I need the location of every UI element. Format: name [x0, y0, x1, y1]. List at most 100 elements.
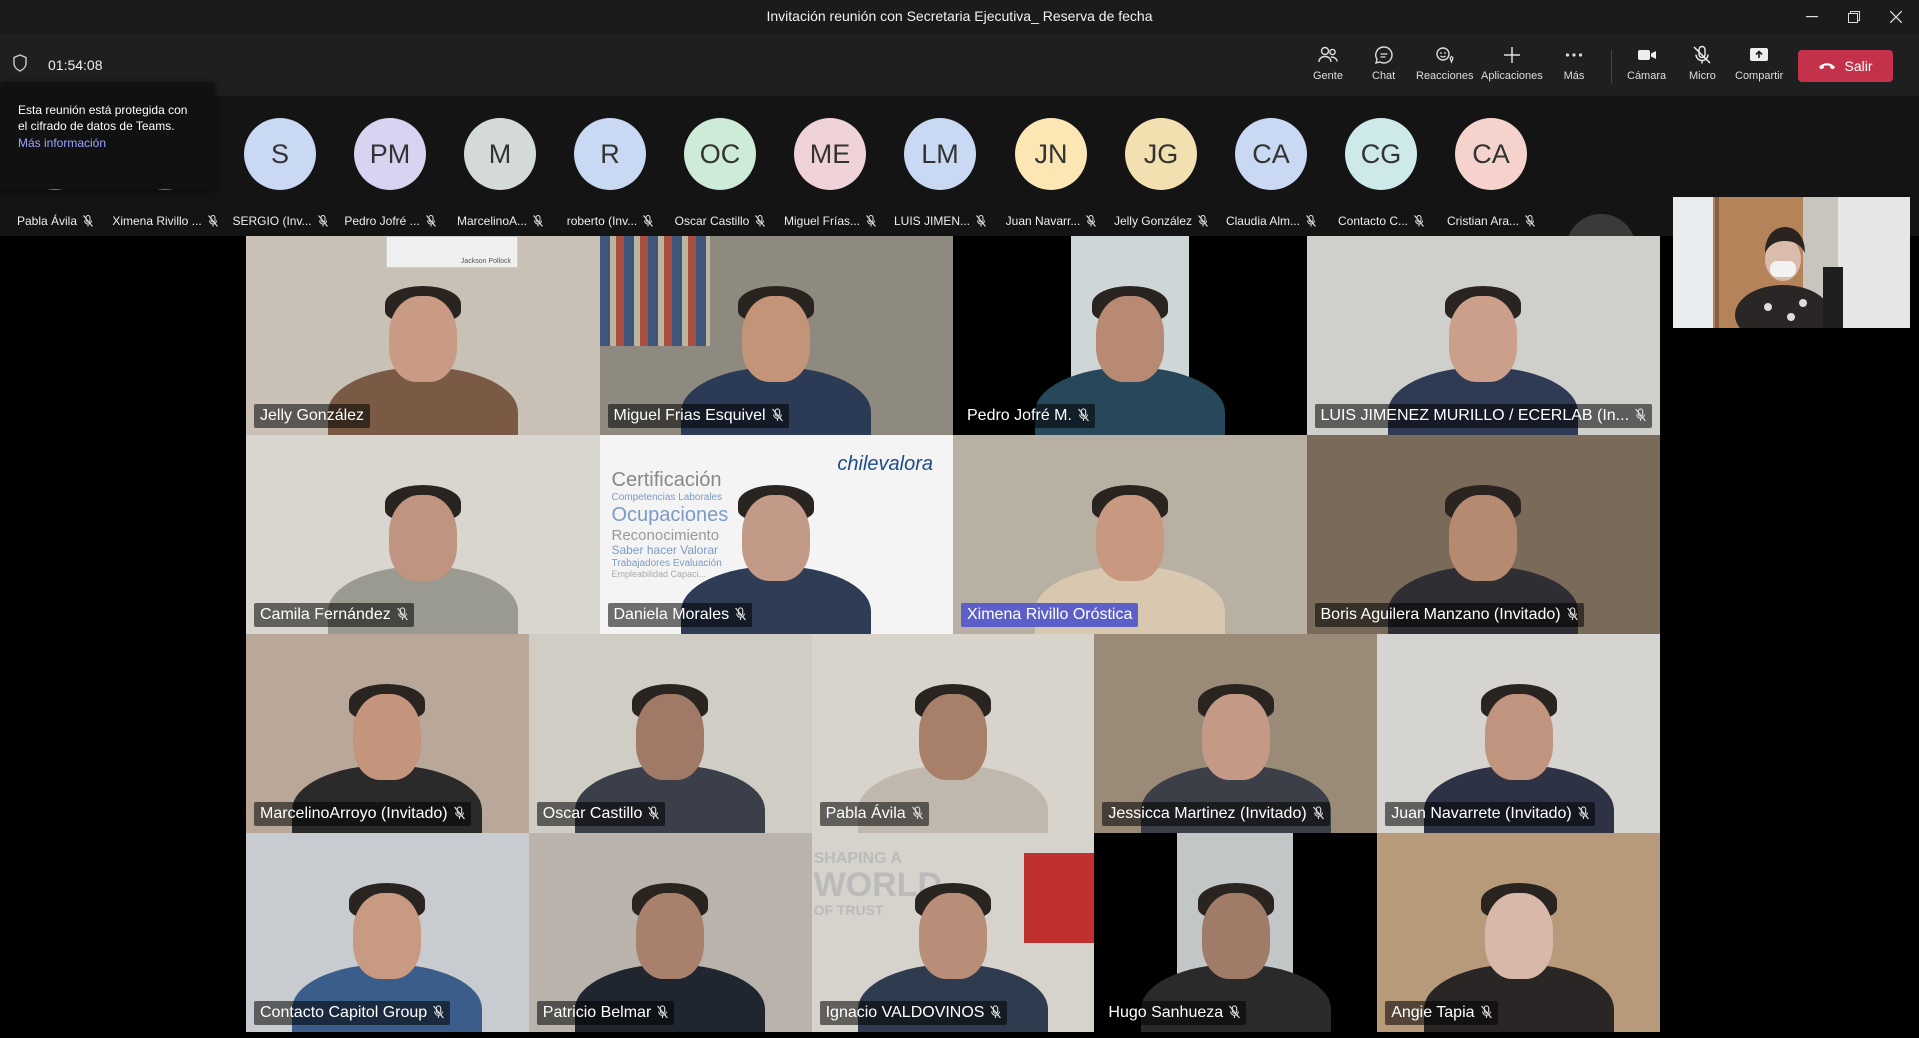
- encryption-tooltip: Esta reunión está protegida con el cifra…: [0, 82, 215, 189]
- roster-participant[interactable]: CA Cristian Ara...: [1436, 118, 1546, 228]
- muted-mic-icon: [1480, 1005, 1492, 1019]
- participant-name-row: Jelly González: [1106, 214, 1216, 228]
- tile-participant-name: Jessicca Martinez (Invitado): [1108, 805, 1307, 822]
- roster-participant[interactable]: Rroberto (Inv...: [555, 118, 665, 228]
- participant-video-tile[interactable]: Contacto Capitol Group: [246, 833, 529, 1032]
- participant-video-tile[interactable]: Patricio Belmar: [528, 833, 812, 1032]
- roster-participant[interactable]: JN Juan Navarr...: [996, 118, 1106, 228]
- roster-participant[interactable]: LM LUIS JIMEN...: [885, 118, 995, 228]
- participant-video-tile[interactable]: Pedro Jofré M.: [953, 236, 1307, 435]
- participant-video-tile[interactable]: Certificación Competencias Laborales Ocupa…: [599, 435, 953, 634]
- muted-mic-icon: [648, 806, 660, 820]
- close-window-button[interactable]: [1876, 0, 1916, 34]
- muted-mic-icon: [83, 215, 93, 227]
- share-button[interactable]: Compartir: [1735, 44, 1783, 92]
- tile-name-label: Ignacio VALDOVINOS: [819, 1001, 1008, 1025]
- roster-participant[interactable]: CG Contacto C...: [1326, 118, 1436, 228]
- participant-video-tile[interactable]: Angie Tapia: [1377, 833, 1660, 1032]
- muted-mic-icon: [1306, 215, 1316, 227]
- participant-video-tile[interactable]: Jackson Pollock Jelly González: [246, 236, 600, 435]
- participant-face: [1095, 494, 1164, 581]
- bookshelf: [599, 236, 710, 346]
- muted-mic-icon: [1198, 215, 1208, 227]
- roster-participant[interactable]: CA Claudia Alm...: [1216, 118, 1326, 228]
- self-view-video[interactable]: [1673, 197, 1910, 328]
- muted-mic-icon: [643, 215, 654, 227]
- participant-name: Pabla Ávila: [16, 214, 78, 228]
- participant-name: Juan Navarr...: [1005, 214, 1081, 228]
- participant-face: [1095, 295, 1164, 382]
- participant-video-tile[interactable]: Ximena Rivillo Oróstica: [953, 435, 1307, 634]
- participant-name: MarcelinoA...: [456, 214, 528, 228]
- participant-name-row: MarcelinoA...: [445, 214, 555, 228]
- roster-participant[interactable]: PM Pedro Jofré ...: [335, 118, 445, 228]
- chat-button[interactable]: Chat: [1372, 44, 1395, 92]
- more-options-button[interactable]: Más: [1563, 44, 1585, 92]
- apps-button[interactable]: Aplicaciones: [1481, 44, 1543, 92]
- muted-mic-icon: [911, 806, 923, 820]
- participant-name-row: Miguel Frías...: [775, 214, 885, 228]
- roster-participant[interactable]: S SERGIO (Inv...: [225, 118, 335, 228]
- hang-up-icon: [1819, 63, 1836, 70]
- participant-video-tile[interactable]: MarcelinoArroyo (Invitado): [246, 634, 529, 833]
- participant-face: [918, 892, 987, 979]
- meeting-timer: 01:54:08: [48, 57, 103, 73]
- certification-text: Ocupaciones: [611, 503, 729, 526]
- shield-icon[interactable]: [12, 54, 28, 72]
- muted-mic-icon: [396, 607, 408, 621]
- video-grid: Jackson Pollock Jelly González Miguel Fria…: [246, 236, 1660, 1032]
- participant-video-tile[interactable]: Hugo Sanhueza: [1094, 833, 1378, 1032]
- participant-face: [636, 693, 705, 780]
- participant-name: Claudia Alm...: [1225, 214, 1301, 228]
- participant-video-tile[interactable]: Pabla Ávila: [811, 634, 1095, 833]
- tile-participant-name: Angie Tapia: [1391, 1004, 1475, 1021]
- participant-name-row: LUIS JIMEN...: [885, 214, 995, 228]
- participant-face: [1201, 892, 1270, 979]
- tile-name-label: Juan Navarrete (Invitado): [1385, 802, 1595, 826]
- tile-participant-name: Ximena Rivillo Oróstica: [967, 606, 1133, 623]
- participant-face: [353, 892, 422, 979]
- participant-face: [388, 494, 457, 581]
- participant-video-tile[interactable]: LUIS JIMENEZ MURILLO / ECERLAB (In...: [1306, 236, 1660, 435]
- chilevalora-logo: chilevalora: [837, 453, 933, 475]
- muted-mic-icon: [1566, 607, 1578, 621]
- window-title-bar: Invitación reunión con Secretaria Ejecut…: [0, 0, 1919, 34]
- reactions-button[interactable]: Reacciones: [1416, 44, 1473, 92]
- minimize-icon: [1806, 16, 1818, 18]
- roster-participant[interactable]: OC Oscar Castillo: [665, 118, 775, 228]
- participant-video-tile[interactable]: Juan Navarrete (Invitado): [1377, 634, 1660, 833]
- participant-face: [1201, 693, 1270, 780]
- tile-participant-name: Pedro Jofré M.: [967, 407, 1072, 424]
- tile-name-label: Angie Tapia: [1385, 1001, 1498, 1025]
- more-info-link[interactable]: Más información: [18, 136, 197, 150]
- muted-mic-icon: [1086, 215, 1097, 227]
- participant-video-tile[interactable]: Camila Fernández: [246, 435, 600, 634]
- participant-video-tile[interactable]: Oscar Castillo: [528, 634, 812, 833]
- participant-name: SERGIO (Inv...: [232, 214, 312, 228]
- tile-name-label: MarcelinoArroyo (Invitado): [254, 802, 471, 826]
- muted-mic-icon: [866, 215, 876, 227]
- leave-button[interactable]: Salir: [1798, 50, 1893, 82]
- participant-video-tile[interactable]: Miguel Frias Esquivel: [599, 236, 953, 435]
- minimize-button[interactable]: [1792, 0, 1832, 34]
- roster-participant[interactable]: ME Miguel Frías...: [775, 118, 885, 228]
- painting-caption: Jackson Pollock: [460, 258, 511, 265]
- participant-name-row: Pabla Ávila: [0, 214, 110, 228]
- participant-avatar: CA: [1235, 118, 1307, 190]
- certification-text: Trabajadores Evaluación: [611, 557, 722, 569]
- muted-mic-icon: [1078, 408, 1089, 422]
- restore-button[interactable]: [1834, 0, 1874, 34]
- mic-button[interactable]: Micro: [1689, 44, 1716, 92]
- participant-name: Contacto C...: [1337, 214, 1409, 228]
- muted-mic-icon: [771, 408, 783, 422]
- muted-mic-icon: [1229, 1005, 1241, 1019]
- muted-mic-icon: [1414, 215, 1424, 227]
- camera-button[interactable]: Cámara: [1627, 44, 1666, 92]
- people-button[interactable]: Gente: [1313, 44, 1343, 92]
- participant-video-tile[interactable]: Jessicca Martinez (Invitado): [1094, 634, 1378, 833]
- muted-mic-icon: [1525, 215, 1535, 227]
- participant-video-tile[interactable]: SHAPING A WORLD OF TRUST Ignacio VALDOVINOS: [811, 833, 1095, 1032]
- roster-participant[interactable]: JG Jelly González: [1106, 118, 1216, 228]
- participant-video-tile[interactable]: Boris Aguilera Manzano (Invitado): [1306, 435, 1660, 634]
- roster-participant[interactable]: M MarcelinoA...: [445, 118, 555, 228]
